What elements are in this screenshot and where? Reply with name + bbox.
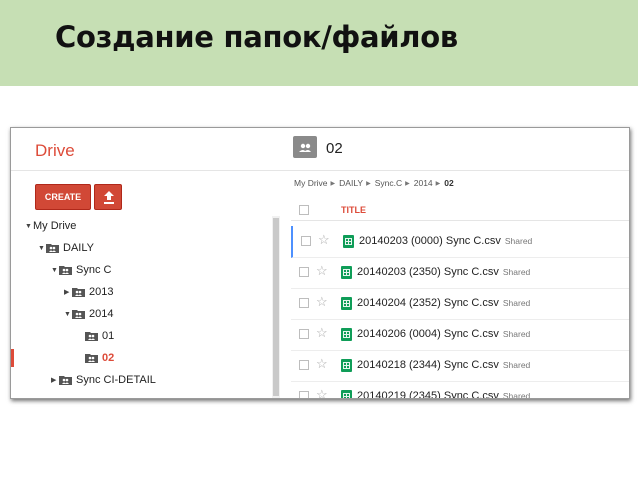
chevron-right-icon: ▶ bbox=[330, 180, 336, 187]
breadcrumb-current: 02 bbox=[444, 178, 454, 188]
shared-badge: Shared bbox=[504, 236, 533, 246]
upload-icon bbox=[104, 191, 114, 204]
row-checkbox[interactable] bbox=[299, 360, 309, 370]
file-name-text: 20140218 (2344) Sync C.csv bbox=[357, 359, 499, 371]
spreadsheet-icon bbox=[341, 390, 352, 398]
file-name-text: 20140203 (2350) Sync C.csv bbox=[357, 266, 499, 278]
row-checkbox[interactable] bbox=[299, 329, 309, 339]
current-folder-title: 02 bbox=[326, 140, 343, 157]
shared-folder-icon bbox=[59, 266, 72, 275]
tree-item-label: 2013 bbox=[89, 286, 114, 298]
slide-title: Создание папок/файлов bbox=[55, 20, 458, 54]
file-name-text: 20140219 (2345) Sync C.csv bbox=[357, 390, 499, 399]
column-header-title[interactable]: TITLE bbox=[341, 205, 366, 215]
star-icon[interactable]: ☆ bbox=[316, 294, 328, 310]
shared-badge: Shared bbox=[502, 267, 531, 277]
spreadsheet-icon bbox=[341, 297, 352, 310]
tree-item-label: My Drive bbox=[33, 220, 77, 232]
file-row[interactable]: ☆ 20140218 (2344) Sync C.csv Shared bbox=[291, 350, 629, 382]
chevron-right-icon: ▶ bbox=[405, 180, 410, 187]
shared-folder-icon bbox=[59, 376, 72, 385]
file-name-text: 20140203 (0000) Sync C.csv bbox=[359, 235, 501, 247]
tree-item[interactable]: ▼ 2014 bbox=[64, 308, 113, 320]
file-row[interactable]: ☆ 20140203 (2350) Sync C.csv Shared bbox=[291, 257, 629, 289]
create-button[interactable]: CREATE bbox=[35, 184, 91, 210]
spreadsheet-icon bbox=[343, 235, 354, 248]
list-header-divider bbox=[291, 220, 629, 221]
file-name[interactable]: 20140203 (2350) Sync C.csv Shared bbox=[357, 266, 530, 278]
drive-screenshot: Drive CREATE ▼ My Drive ▼ DAILY ▼ Sync C ▶ 2013… bbox=[10, 127, 630, 399]
tree-item-label: Sync C bbox=[76, 264, 112, 276]
shared-folder-icon bbox=[72, 288, 85, 297]
shared-folder-icon bbox=[72, 310, 85, 319]
sidebar-scroll-thumb[interactable] bbox=[273, 218, 279, 396]
shared-badge: Shared bbox=[502, 360, 531, 370]
tree-item[interactable]: ▼ My Drive bbox=[25, 220, 76, 232]
file-name[interactable]: 20140206 (0004) Sync C.csv Shared bbox=[357, 328, 530, 340]
spreadsheet-icon bbox=[341, 266, 352, 279]
tree-item[interactable]: 01 bbox=[77, 330, 114, 342]
shared-badge: Shared bbox=[502, 298, 531, 308]
expand-arrow-icon[interactable]: ▼ bbox=[64, 311, 72, 318]
star-icon[interactable]: ☆ bbox=[316, 387, 328, 398]
spreadsheet-icon bbox=[341, 328, 352, 341]
file-row[interactable]: ☆ 20140206 (0004) Sync C.csv Shared bbox=[291, 319, 629, 351]
tree-item[interactable]: ▶ 2013 bbox=[64, 286, 113, 298]
tree-item[interactable]: 02 bbox=[77, 352, 114, 364]
file-name[interactable]: 20140219 (2345) Sync C.csv Shared bbox=[357, 390, 531, 399]
breadcrumb-item[interactable]: DAILY bbox=[339, 178, 363, 188]
shared-folder-icon bbox=[46, 244, 59, 253]
expand-arrow-icon[interactable]: ▼ bbox=[25, 223, 33, 230]
star-icon[interactable]: ☆ bbox=[316, 325, 328, 341]
star-icon[interactable]: ☆ bbox=[316, 356, 328, 372]
chevron-right-icon: ▶ bbox=[435, 180, 441, 187]
file-name[interactable]: 20140218 (2344) Sync C.csv Shared bbox=[357, 359, 530, 371]
breadcrumb-item[interactable]: 2014 bbox=[414, 178, 433, 188]
row-checkbox[interactable] bbox=[299, 391, 309, 398]
shared-badge: Shared bbox=[502, 329, 531, 339]
tree-item-label: 02 bbox=[102, 352, 115, 364]
chevron-right-icon: ▶ bbox=[366, 180, 371, 187]
expand-arrow-icon[interactable]: ▼ bbox=[38, 245, 46, 252]
file-name-text: 20140206 (0004) Sync C.csv bbox=[357, 328, 499, 340]
expand-arrow-icon[interactable]: ▼ bbox=[51, 267, 59, 274]
tree-item[interactable]: ▶ Sync CI-DETAIL bbox=[51, 374, 156, 386]
file-name-text: 20140204 (2352) Sync C.csv bbox=[357, 297, 499, 309]
file-name[interactable]: 20140204 (2352) Sync C.csv Shared bbox=[357, 297, 530, 309]
breadcrumb: My Drive ▶ DAILY ▶ Sync.C ▶ 2014 ▶ 02 bbox=[294, 178, 457, 188]
shared-folder-icon bbox=[85, 332, 98, 341]
tree-item-label: 2014 bbox=[89, 308, 114, 320]
upload-button[interactable] bbox=[94, 184, 122, 210]
select-all-checkbox[interactable] bbox=[299, 205, 309, 215]
tree-item-label: DAILY bbox=[63, 242, 94, 254]
collapse-arrow-icon[interactable]: ▶ bbox=[51, 376, 59, 384]
row-checkbox[interactable] bbox=[301, 236, 311, 246]
file-row[interactable]: ☆ 20140204 (2352) Sync C.csv Shared bbox=[291, 288, 629, 320]
shared-folder-icon bbox=[85, 354, 98, 363]
tree-item[interactable]: ▼ DAILY bbox=[38, 242, 94, 254]
tree-item[interactable]: ▼ Sync C bbox=[51, 264, 111, 276]
tree-item-label: Sync CI-DETAIL bbox=[76, 374, 156, 386]
star-icon[interactable]: ☆ bbox=[316, 263, 328, 279]
file-row[interactable]: ☆ 20140219 (2345) Sync C.csv Shared bbox=[291, 381, 629, 399]
tree-item-label: 01 bbox=[102, 330, 115, 342]
shared-folder-icon bbox=[293, 136, 317, 158]
shared-badge: Shared bbox=[502, 391, 531, 399]
collapse-arrow-icon[interactable]: ▶ bbox=[64, 288, 72, 296]
drive-logo[interactable]: Drive bbox=[35, 141, 75, 161]
active-item-indicator bbox=[11, 349, 14, 367]
breadcrumb-item[interactable]: My Drive bbox=[294, 178, 328, 188]
star-icon[interactable]: ☆ bbox=[318, 232, 330, 248]
file-row[interactable]: ☆ 20140203 (0000) Sync C.csv Shared bbox=[291, 226, 629, 258]
header-divider bbox=[11, 170, 629, 171]
file-name[interactable]: 20140203 (0000) Sync C.csv Shared bbox=[359, 235, 532, 247]
row-checkbox[interactable] bbox=[299, 267, 309, 277]
breadcrumb-item[interactable]: Sync.C bbox=[375, 178, 402, 188]
spreadsheet-icon bbox=[341, 359, 352, 372]
row-checkbox[interactable] bbox=[299, 298, 309, 308]
